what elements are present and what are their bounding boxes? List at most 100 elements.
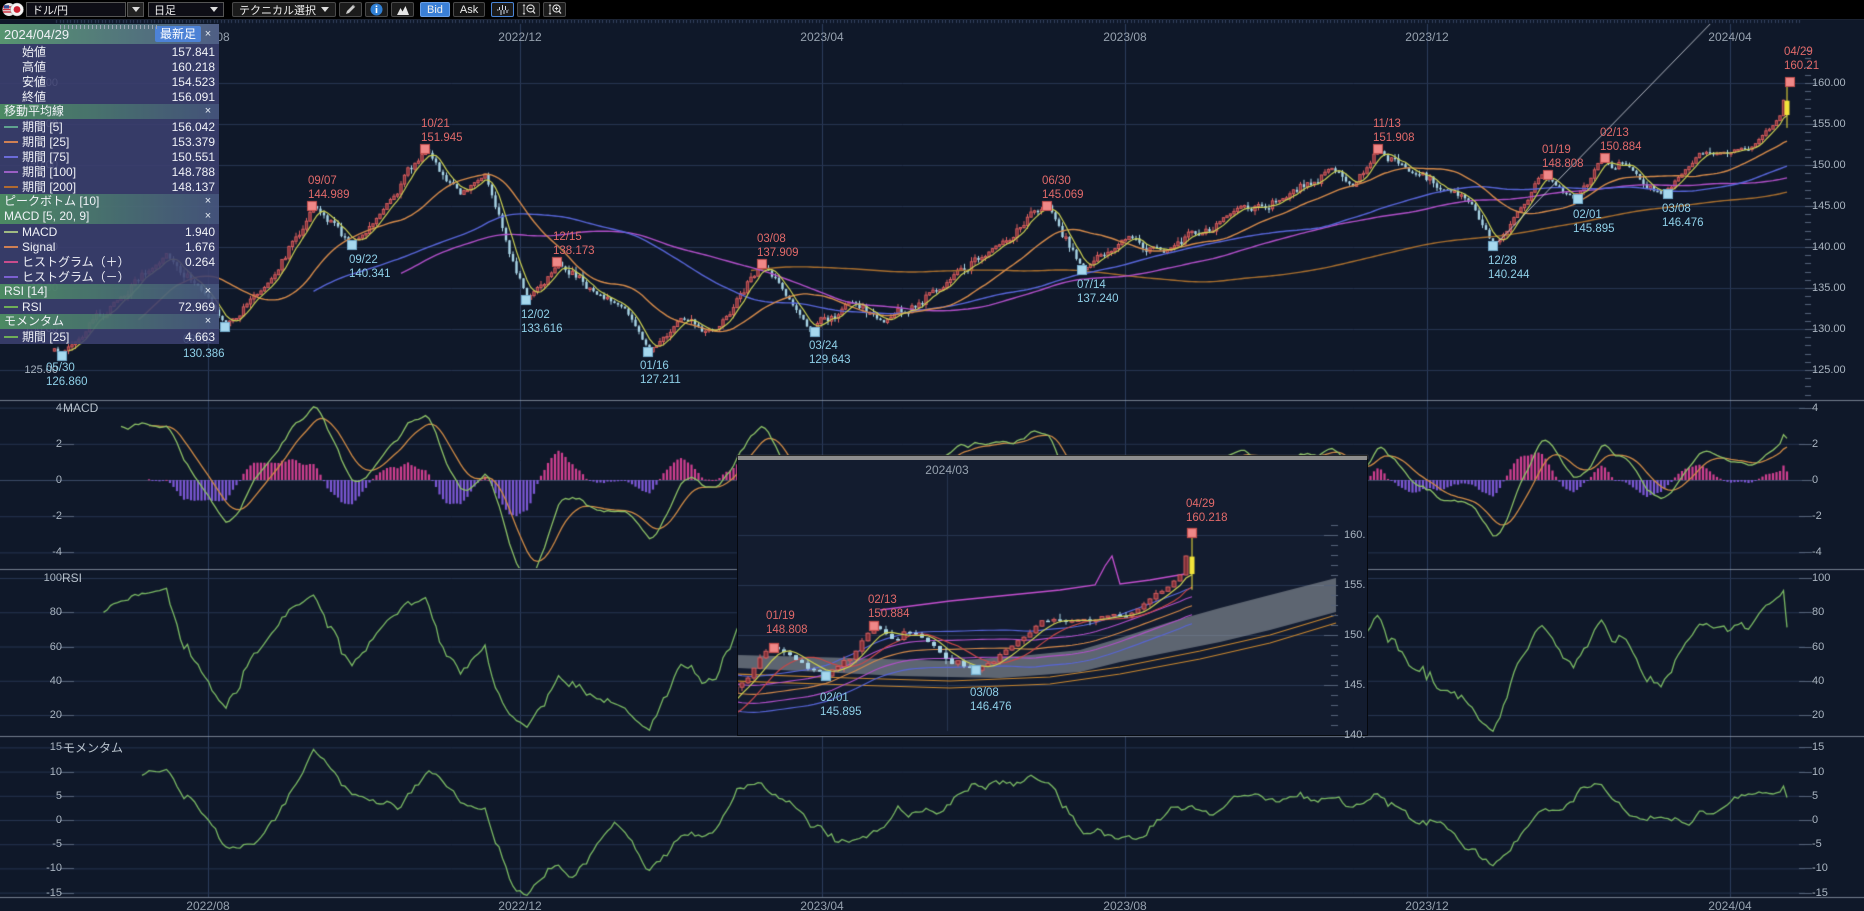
x-axis-label-bottom: 2022/08: [186, 899, 229, 911]
panel-row: ヒストグラム（－）: [0, 269, 219, 284]
macd-tick-right: 0: [1812, 473, 1818, 487]
annotation-price: 137.909: [757, 247, 799, 261]
annotation-price: 160.21: [1784, 60, 1819, 74]
swing-annotation-04-29: 04/29160.21: [1784, 46, 1819, 73]
annotation-date: 05/30: [46, 362, 88, 376]
waveform-icon: [496, 4, 510, 16]
close-icon[interactable]: ×: [201, 104, 215, 119]
panel-section-label: MACD [5, 20, 9]: [4, 209, 89, 224]
swing-annotation-06-30: 06/30145.069: [1042, 175, 1084, 202]
panel-row: MACD1.940: [0, 224, 219, 239]
annotation-price: 148.808: [1542, 158, 1584, 172]
macd-tick-left: 4: [18, 401, 62, 415]
annotation-price: 146.476: [970, 701, 1012, 715]
zoom-out-button[interactable]: [517, 2, 540, 17]
fx-chart-app: ドル/円 日足 テクニカル選択 Bid Ask: [0, 0, 1864, 911]
series-color-swatch: [4, 306, 18, 308]
timeframe-select-value: 日足: [154, 2, 176, 18]
annotation-price: 148.808: [766, 624, 808, 638]
annotation-price: 150.884: [1600, 141, 1642, 155]
panel-row-value: 156.042: [172, 120, 215, 134]
technical-select-button[interactable]: テクニカル選択: [232, 2, 336, 17]
swing-annotation-12-15: 12/15138.173: [553, 231, 595, 258]
annotation-price: 151.945: [421, 132, 463, 146]
panel-row-value: 4.663: [185, 330, 215, 344]
close-icon[interactable]: ×: [201, 284, 215, 299]
annotation-price: 127.211: [640, 374, 681, 388]
panel-row-value: 148.788: [172, 165, 215, 179]
zoom-out-icon: [522, 3, 536, 16]
panel-row-value: 153.379: [172, 135, 215, 149]
annotation-price: 130.386: [183, 348, 225, 362]
panel-row-value: 156.091: [172, 90, 215, 104]
macd-tick-left: -4: [18, 545, 62, 559]
swing-annotation-03-24: 03/24129.643: [809, 340, 851, 367]
rsi-tick-right: 40: [1812, 674, 1824, 688]
macd-tick-right: 2: [1812, 437, 1818, 451]
annotation-date: 03/08: [970, 687, 1012, 701]
inset-price-label: 140.: [1344, 728, 1365, 742]
info-button[interactable]: [365, 2, 388, 17]
zoom-in-icon: [548, 3, 562, 16]
annotation-price: 145.895: [820, 706, 862, 720]
annotation-date: 03/08: [757, 233, 799, 247]
momentum-tick-left: -15: [18, 886, 62, 900]
macd-tick-left: 2: [18, 437, 62, 451]
series-color-swatch: [4, 336, 18, 338]
series-color-swatch: [4, 276, 18, 278]
inset-window-titlebar[interactable]: [738, 456, 1367, 460]
panel-section-label: モメンタム: [4, 314, 64, 329]
pair-select-arrow[interactable]: [127, 2, 144, 17]
momentum-tick-right: 0: [1812, 813, 1818, 827]
price-axis-label-right: 155.00: [1812, 117, 1846, 131]
panel-row-value: 148.137: [172, 180, 215, 194]
zoom-in-button[interactable]: [543, 2, 566, 17]
close-icon[interactable]: ×: [201, 314, 215, 329]
momentum-tick-left: 10: [18, 765, 62, 779]
ask-label: Ask: [460, 4, 478, 16]
currency-pair-flags-icon: [2, 2, 24, 17]
bid-label: Bid: [427, 4, 443, 16]
annotation-date: 04/29: [1784, 46, 1819, 60]
rsi-tick-right: 100: [1812, 571, 1830, 585]
indicator-window-button[interactable]: [491, 2, 514, 17]
panel-row: 期間 [200]148.137: [0, 179, 219, 194]
draw-tool-button[interactable]: [339, 2, 362, 17]
annotation-price: 137.240: [1077, 293, 1119, 307]
annotation-price: 150.884: [868, 608, 910, 622]
annotation-date: 09/07: [308, 175, 350, 189]
annotation-date: 03/08: [1662, 203, 1704, 217]
close-icon[interactable]: ×: [201, 194, 215, 209]
chart-style-button[interactable]: [391, 2, 414, 17]
panel-row-label: 期間 [25]: [22, 328, 69, 345]
momentum-tick-right: -5: [1812, 837, 1822, 851]
swing-annotation-11-13: 11/13151.908: [1373, 118, 1415, 145]
annotation-price: 151.908: [1373, 132, 1415, 146]
rsi-tick-left: 60: [18, 640, 62, 654]
panel-row-value: 0.264: [185, 255, 215, 269]
mountain-chart-icon: [396, 4, 410, 16]
panel-row-label: RSI: [22, 300, 42, 314]
macd-tick-right: -2: [1812, 509, 1822, 523]
panel-row: 終値156.091: [0, 89, 219, 104]
swing-annotation-07-14: 07/14137.240: [1077, 279, 1119, 306]
annotation-date: 01/16: [640, 360, 681, 374]
bid-button[interactable]: Bid: [420, 2, 450, 17]
close-icon[interactable]: ×: [201, 27, 215, 42]
ask-button[interactable]: Ask: [453, 2, 485, 17]
timeframe-select[interactable]: 日足: [148, 2, 224, 17]
pair-select[interactable]: ドル/円: [26, 2, 126, 17]
close-icon[interactable]: ×: [201, 209, 215, 224]
panel-row-label: MACD: [22, 225, 57, 239]
annotation-date: 10/21: [421, 118, 463, 132]
rsi-tick-left: 40: [18, 674, 62, 688]
annotation-price: 140.341: [349, 268, 391, 282]
panel-row: 高値160.218: [0, 59, 219, 74]
annotation-price: 160.218: [1186, 512, 1228, 526]
panel-drag-grip[interactable]: [60, 25, 160, 29]
rsi-panel-title: RSI: [62, 571, 82, 585]
rsi-tick-right: 20: [1812, 708, 1824, 722]
annotation-price: 133.616: [521, 323, 563, 337]
panel-section-label: 移動平均線: [4, 104, 64, 119]
annotation-date: 06/30: [1042, 175, 1084, 189]
